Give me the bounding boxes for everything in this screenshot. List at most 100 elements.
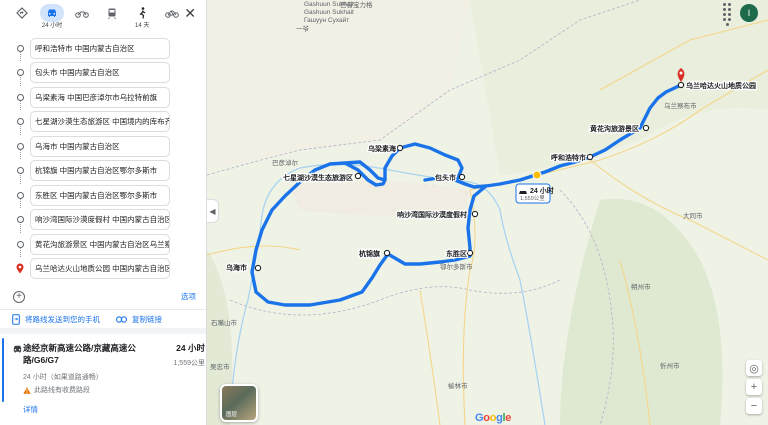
copy-link-label: 复制链接 — [132, 314, 162, 324]
selected-route-indicator — [2, 338, 4, 402]
waypoint-input[interactable]: 响沙湾国际沙漠度假村 中国内蒙古自治区 — [30, 209, 170, 231]
mode-bike[interactable] — [160, 4, 184, 34]
mode-transit[interactable] — [100, 4, 124, 34]
route-connector — [19, 125, 21, 135]
route-connector — [19, 150, 21, 159]
map-controls: ◎ + − — [746, 360, 762, 414]
layers-button[interactable]: 图层 — [220, 384, 258, 422]
layers-label: 图层 — [226, 412, 238, 418]
avatar[interactable]: I — [740, 4, 758, 22]
place-label: 巴彦淖尔 — [272, 158, 299, 167]
car-icon — [48, 9, 57, 17]
route-connector — [19, 199, 21, 208]
route-connector — [19, 76, 21, 86]
directions-diamond-icon — [16, 7, 28, 19]
waypoint-label: 包头市 — [435, 173, 456, 182]
collapse-panel-button[interactable]: ◀ — [207, 199, 219, 223]
details-link[interactable]: 详情 — [23, 404, 205, 415]
bicycle-icon — [165, 10, 180, 18]
phone-icon — [12, 313, 20, 325]
route-time-bubble[interactable]: 24 小时 1,559公里 — [515, 183, 554, 204]
route-distance: 1,559公里 — [173, 360, 205, 367]
waypoint-circle-icon — [16, 69, 24, 77]
send-to-phone-button[interactable]: 将路线发送到您的手机 — [12, 313, 100, 325]
waypoint-input[interactable]: 东胜区 中国内蒙古自治区鄂尔多斯市 — [30, 184, 170, 206]
destination-pin-icon — [16, 263, 24, 274]
place-label: 石嘴山市 — [211, 318, 238, 327]
waypoint-input[interactable]: 杭锦旗 中国内蒙古自治区鄂尔多斯市 — [30, 160, 170, 182]
route-connector — [19, 52, 21, 61]
zoom-out-button[interactable]: − — [746, 398, 762, 414]
route-option[interactable]: 途经京新高速公路/京藏高速公路/G6/G7 24 小时 1,559公里 24 小… — [0, 334, 206, 415]
add-destination-row[interactable]: + 选项 — [0, 284, 206, 310]
place-label: 一爷 — [296, 24, 310, 33]
waypoint-row: 杭锦旗 中国内蒙古自治区鄂尔多斯市 — [10, 159, 206, 184]
waypoint-circle-icon — [16, 240, 24, 248]
waypoint-row: 乌海市 中国内蒙古自治区 — [10, 134, 206, 159]
place-label: 朔州市 — [631, 282, 651, 291]
directions-panel: 24 小时 14 天 ✕ 呼和浩特市 中国内蒙古自治区 包头市 中国内蒙古自治区乌… — [0, 0, 207, 425]
mode-car[interactable]: 24 小时 — [40, 4, 65, 34]
my-location-icon[interactable]: ◎ — [746, 360, 762, 376]
waypoint-label: 呼和浩特市 — [551, 153, 586, 162]
waypoint-input[interactable]: 乌梁素海 中国巴彦淖尔市乌拉特前旗 — [30, 86, 170, 108]
waypoint-label: 东胜区 — [446, 249, 467, 258]
waypoint-label: 乌海市 — [226, 263, 247, 272]
waypoint-circle-icon — [16, 216, 24, 224]
route-typical-time: 24 小时（如果道路通畅） — [23, 374, 103, 381]
route-title: 途经京新高速公路/京藏高速公路/G6/G7 — [23, 343, 136, 365]
mode-motorcycle[interactable] — [70, 4, 94, 34]
warning-icon — [23, 386, 31, 394]
add-destination-icon[interactable]: + — [13, 290, 25, 303]
waypoint-circle-icon — [16, 44, 24, 52]
waypoint-row: 呼和浩特市 中国内蒙古自治区 — [10, 36, 206, 61]
bubble-time: 24 小时 — [530, 186, 554, 195]
zoom-in-button[interactable]: + — [746, 379, 762, 395]
motorcycle-icon — [75, 11, 89, 18]
copy-link-button[interactable]: 复制链接 — [116, 314, 162, 325]
waypoint-list: 呼和浩特市 中国内蒙古自治区 包头市 中国内蒙古自治区 乌梁素海 中国巴彦淖尔市乌拉… — [0, 36, 206, 281]
waypoint-row: 包头市 中国内蒙古自治区 — [10, 61, 206, 86]
travel-mode-bar: 24 小时 14 天 ✕ — [0, 0, 206, 36]
waypoint-input[interactable]: 七星湖沙漠生态旅游区 中国境内的库布齐 — [30, 111, 170, 133]
toll-warning: 此路线有收费路段 — [23, 385, 205, 395]
waypoint-row: 乌梁素海 中国巴彦淖尔市乌拉特前旗 — [10, 85, 206, 110]
options-button[interactable]: 选项 — [181, 291, 196, 302]
apps-grid-icon[interactable] — [717, 2, 737, 26]
waypoint-input[interactable]: 呼和浩特市 中国内蒙古自治区 — [30, 37, 170, 59]
place-label: Gashuun Sukhait — [304, 9, 354, 16]
waypoint-circle-icon — [16, 93, 24, 101]
waypoint-input[interactable]: 乌兰哈达火山地质公园 中国内蒙古自治区 — [30, 258, 170, 280]
waypoint-label: 七星湖沙漠生态旅游区 — [283, 173, 353, 182]
mode-walk[interactable]: 14 天 — [130, 4, 154, 34]
waypoint-input[interactable]: 乌海市 中国内蒙古自治区 — [30, 135, 170, 157]
route-time: 24 小时 — [176, 343, 205, 353]
waypoint-label: 黄花沟旅游景区 — [590, 124, 639, 133]
place-label: 巴音宝力格 — [340, 0, 373, 9]
bubble-distance: 1,559公里 — [520, 195, 545, 202]
link-icon — [116, 315, 127, 323]
place-label: Гашуун Сухайт — [304, 16, 349, 24]
mode-best[interactable] — [10, 4, 34, 34]
waypoint-input[interactable]: 黄花沟旅游景区 中国内蒙古自治区乌兰察 — [30, 233, 170, 255]
place-label: 吴忠市 — [210, 362, 230, 371]
waypoint-circle-icon — [16, 118, 24, 126]
waypoint-label: 杭锦旗 — [359, 249, 380, 258]
waypoint-circle-icon — [16, 142, 24, 150]
waypoint-label: 乌梁素海 — [368, 144, 396, 153]
waypoint-circle-icon — [16, 191, 24, 199]
route-connector — [19, 101, 21, 110]
close-icon[interactable]: ✕ — [184, 4, 196, 22]
share-bar: 将路线发送到您的手机 复制链接 — [0, 310, 206, 334]
waypoint-row: 响沙湾国际沙漠度假村 中国内蒙古自治区 — [10, 208, 206, 233]
place-label: 鄂尔多斯市 — [440, 262, 473, 271]
google-logo: Google — [475, 412, 512, 424]
walk-icon — [139, 7, 146, 19]
route-connector — [19, 223, 21, 233]
waypoint-input[interactable]: 包头市 中国内蒙古自治区 — [30, 62, 170, 84]
place-label: 大同市 — [683, 211, 703, 220]
car-icon — [13, 345, 22, 353]
place-label: 乌兰察布市 — [664, 101, 697, 110]
place-label: 榆林市 — [448, 381, 468, 390]
waypoint-row: 东胜区 中国内蒙古自治区鄂尔多斯市 — [10, 183, 206, 208]
